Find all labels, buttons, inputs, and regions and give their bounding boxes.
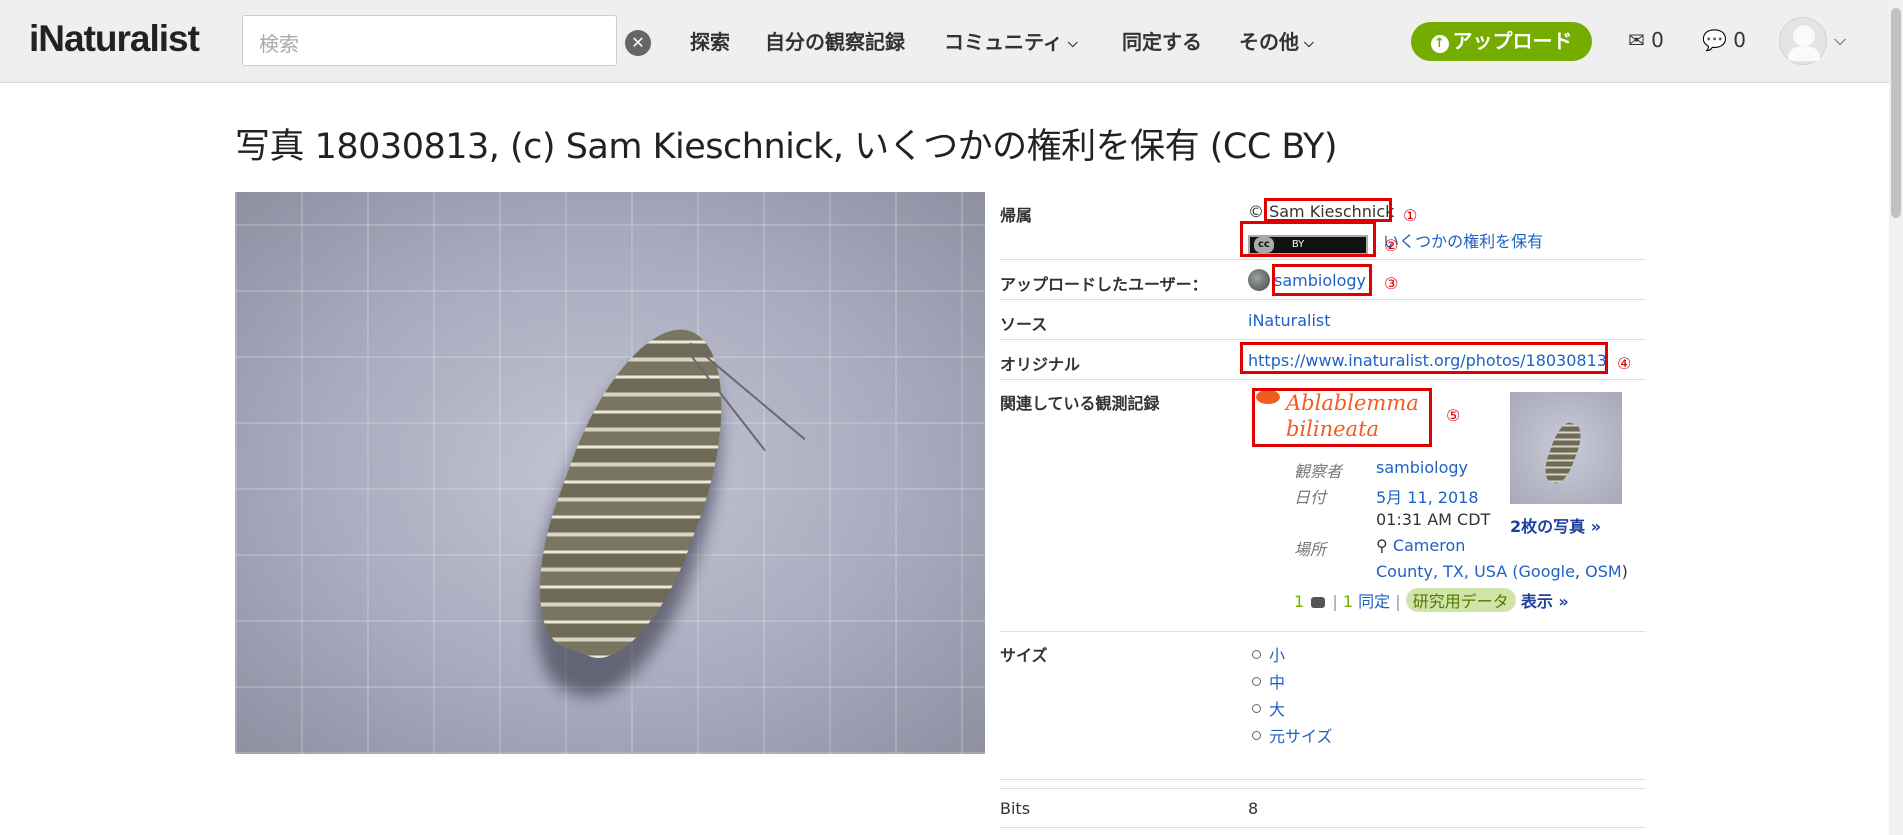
nav-more-label: その他 (1239, 30, 1299, 54)
place-line-1: ⚲ Cameron (1376, 536, 1465, 555)
place-key: 場所 (1294, 540, 1327, 559)
comment-icon (1311, 597, 1326, 608)
moth-photo (235, 192, 985, 754)
bullet-icon (1252, 677, 1261, 686)
photos-count-link[interactable]: 2枚の写真 » (1510, 513, 1601, 537)
page-scrollbar[interactable] (1889, 0, 1903, 835)
map-marker-icon: ⚲ (1376, 536, 1388, 555)
upload-button[interactable]: ↑ アップロード (1411, 22, 1592, 61)
attribution-label: 帰属 (1000, 206, 1033, 225)
bits-label: Bits (1000, 799, 1031, 818)
bullet-icon (1252, 731, 1261, 740)
observer-link[interactable]: sambiology (1376, 458, 1468, 477)
top-navbar: iNaturalist 検索 ✕ 探索 自分の観察記録 コミュニティ ⌵ 同定する… (0, 0, 1903, 83)
user-avatar[interactable] (1779, 17, 1827, 65)
comment-count: 1 (1294, 592, 1305, 611)
annotation-box-5 (1252, 388, 1432, 447)
ids-label[interactable]: 同定 (1358, 592, 1390, 611)
date-key: 日付 (1294, 488, 1327, 507)
notifications-count: 0 (1733, 28, 1746, 52)
related-label: 関連している観測記録 (1000, 394, 1160, 413)
chevron-down-icon: ⌵ (1304, 36, 1314, 51)
bullet-icon (1252, 704, 1261, 713)
source-link[interactable]: iNaturalist (1248, 311, 1331, 330)
annotation-box-3 (1272, 264, 1372, 296)
date-link[interactable]: 5月 11, 2018 (1376, 484, 1479, 508)
annotation-box-2 (1240, 221, 1376, 257)
place-close-paren: ) (1621, 562, 1628, 581)
page-title: 写真 18030813, (c) Sam Kieschnick, いくつかの権利… (235, 127, 1338, 167)
observation-thumbnail[interactable] (1510, 392, 1622, 504)
copyright-symbol: © (1248, 202, 1264, 221)
source-label: ソース (1000, 315, 1048, 334)
id-count: 1 (1342, 592, 1354, 611)
observation-stats: 1 | 1 同定 | 研究用データ 表示 » (1294, 588, 1569, 612)
uploader-avatar[interactable] (1248, 269, 1270, 291)
nav-community[interactable]: コミュニティ ⌵ (944, 26, 1078, 55)
place-line-2: County, TX, USA (Google, OSM) (1376, 562, 1628, 581)
size-medium-link[interactable]: 中 (1269, 673, 1285, 692)
research-grade-badge: 研究用データ (1405, 588, 1516, 612)
stats-separator: | (1332, 592, 1338, 611)
place-link[interactable]: Cameron (1393, 536, 1466, 555)
uploader-label: アップロードしたユーザー： (1000, 275, 1208, 294)
source-row: ソース iNaturalist (1000, 300, 1645, 340)
chevron-down-icon[interactable]: ⌵ (1834, 30, 1846, 50)
upload-label: アップロード (1452, 29, 1573, 53)
size-item-large[interactable]: 大 (1248, 696, 1285, 720)
attribution-row: 帰属 © Sam Kieschnick cc BY いくつかの権利を保有 ① ② (1000, 192, 1645, 260)
size-item-original[interactable]: 元サイズ (1248, 723, 1333, 747)
envelope-icon: ✉ (1628, 28, 1645, 52)
annotation-marker-5: ⑤ (1446, 406, 1461, 425)
annotation-box-1 (1264, 198, 1392, 222)
search-clear-icon[interactable]: ✕ (625, 30, 651, 56)
annotation-marker-4: ④ (1617, 354, 1632, 373)
size-item-medium[interactable]: 中 (1248, 669, 1285, 693)
bits-row: Bits 8 (1000, 788, 1645, 828)
uploader-row: アップロードしたユーザー： sambiology ③ (1000, 260, 1645, 300)
sizes-label: サイズ (1000, 646, 1048, 665)
moth-body (511, 308, 759, 676)
search-input[interactable]: 検索 (242, 15, 617, 66)
original-row: オリジナル https://www.inaturalist.org/photos… (1000, 340, 1645, 380)
nav-identify[interactable]: 同定する (1122, 26, 1202, 55)
time-value: 01:31 AM CDT (1376, 510, 1491, 529)
related-observation-row: 関連している観測記録 Ablablemma bilineata ⑤ 観察者 sa… (1000, 380, 1645, 632)
messages-count: 0 (1651, 28, 1664, 52)
size-small-link[interactable]: 小 (1269, 646, 1285, 665)
place-comma: , (1574, 562, 1586, 581)
upload-arrow-icon: ↑ (1430, 35, 1449, 53)
notifications-counter[interactable]: 💬 0 (1702, 28, 1746, 52)
annotation-marker-3: ③ (1384, 274, 1399, 293)
scrollbar-thumb[interactable] (1891, 8, 1901, 218)
size-item-small[interactable]: 小 (1248, 642, 1285, 666)
nav-more[interactable]: その他 ⌵ (1239, 26, 1314, 55)
observer-key: 観察者 (1294, 462, 1343, 481)
inaturalist-logo[interactable]: iNaturalist (29, 18, 200, 60)
original-label: オリジナル (1000, 355, 1081, 374)
bits-value: 8 (1248, 799, 1259, 818)
size-original-link[interactable]: 元サイズ (1269, 727, 1333, 746)
google-map-link[interactable]: Google (1519, 562, 1575, 581)
place-link-cont[interactable]: County, TX, USA ( (1376, 562, 1519, 581)
messages-counter[interactable]: ✉ 0 (1628, 28, 1664, 52)
sizes-row: サイズ 小 中 大 元サイズ (1000, 632, 1645, 780)
osm-map-link[interactable]: OSM (1585, 562, 1622, 581)
size-large-link[interactable]: 大 (1269, 700, 1285, 719)
annotation-box-4 (1240, 342, 1608, 374)
nav-community-label: コミュニティ (944, 30, 1063, 54)
stats-separator: | (1395, 592, 1401, 611)
nav-my-observations[interactable]: 自分の観察記録 (765, 26, 905, 55)
annotation-marker-2: ② (1384, 236, 1399, 255)
annotation-marker-1: ① (1403, 206, 1418, 225)
nav-explore[interactable]: 探索 (690, 26, 730, 55)
comment-icon: 💬 (1702, 28, 1727, 52)
bullet-icon (1252, 650, 1261, 659)
chevron-down-icon: ⌵ (1067, 36, 1078, 51)
rights-reserved-link[interactable]: いくつかの権利を保有 (1383, 232, 1543, 251)
show-observation-link[interactable]: 表示 » (1521, 592, 1569, 611)
